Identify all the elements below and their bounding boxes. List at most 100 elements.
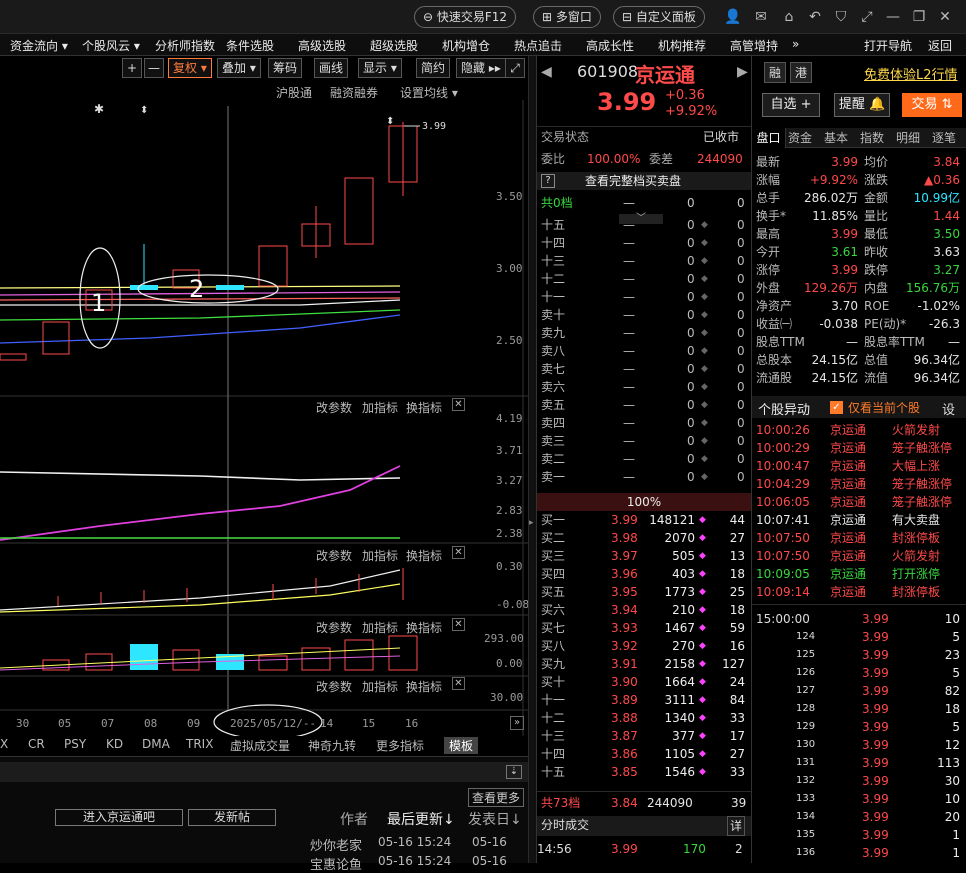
sell-level-row[interactable]: 十一 — 0 ◆ 0: [537, 288, 751, 306]
buy-level-row[interactable]: 买十 3.90 1664 ◆ 24: [537, 673, 751, 691]
sell-level-row[interactable]: 十三 — 0 ◆ 0: [537, 252, 751, 270]
minimize-icon[interactable]: —: [884, 8, 902, 26]
menu-more[interactable]: »: [792, 37, 799, 51]
alert-button[interactable]: 提醒 🔔: [834, 93, 890, 117]
buy-level-row[interactable]: 十三 3.87 377 ◆ 17: [537, 727, 751, 745]
add-watchlist-button[interactable]: 自选 +: [762, 93, 820, 117]
home-icon[interactable]: ⌂: [780, 8, 798, 26]
zoom-in-button[interactable]: +: [122, 58, 142, 78]
jianyue-button[interactable]: 简约: [416, 58, 451, 78]
switch-indicator-link[interactable]: 换指标: [406, 619, 442, 636]
tab-x[interactable]: X: [0, 737, 8, 751]
sell-level-row[interactable]: 卖六 — 0 ◆ 0: [537, 378, 751, 396]
buy-level-row[interactable]: 买六 3.94 210 ◆ 18: [537, 601, 751, 619]
menu-chaoji[interactable]: 超级选股: [370, 37, 418, 54]
set-ma-link[interactable]: 设置均线 ▾: [400, 84, 458, 101]
alert-row[interactable]: 10:00:26 京运通 火箭发射: [752, 421, 966, 439]
col-last-update[interactable]: 最后更新↓: [387, 809, 455, 829]
tab-zijin[interactable]: 资金: [788, 128, 812, 148]
new-post-button[interactable]: 发新帖: [188, 809, 276, 826]
tab-psy[interactable]: PSY: [64, 737, 86, 751]
tab-jiben[interactable]: 基本: [824, 128, 848, 148]
buy-level-row[interactable]: 买七 3.93 1467 ◆ 59: [537, 619, 751, 637]
yidong-settings[interactable]: 设: [942, 399, 955, 418]
sell-level-row[interactable]: 卖三 — 0 ◆ 0: [537, 432, 751, 450]
shirt-icon[interactable]: ⛉: [832, 8, 850, 26]
post-author[interactable]: 宝惠论鱼: [310, 854, 362, 873]
alert-row[interactable]: 10:09:05 京运通 打开涨停: [752, 565, 966, 583]
multi-window-button[interactable]: ⊞ 多窗口: [533, 6, 601, 28]
buy-level-row[interactable]: 买二 3.98 2070 ◆ 27: [537, 529, 751, 547]
menu-jigou-tuijian[interactable]: 机构推荐: [658, 37, 706, 54]
splitter[interactable]: ▸: [528, 56, 536, 863]
buy-level-row[interactable]: 买四 3.96 403 ◆ 18: [537, 565, 751, 583]
add-indicator-link[interactable]: 加指标: [362, 547, 398, 564]
gang-badge[interactable]: 港: [790, 62, 813, 83]
post-author[interactable]: 炒你老家: [310, 835, 362, 854]
alert-row[interactable]: 10:07:50 京运通 火箭发射: [752, 547, 966, 565]
tab-pankou[interactable]: 盘口: [752, 128, 786, 148]
sell-level-row[interactable]: 卖五 — 0 ◆ 0: [537, 396, 751, 414]
change-params-link[interactable]: 改参数: [316, 619, 352, 636]
full-book-link[interactable]: 查看完整档买卖盘: [585, 172, 681, 190]
col-post-date[interactable]: 发表日↓: [468, 809, 522, 829]
add-indicator-link[interactable]: 加指标: [362, 619, 398, 636]
zoom-out-button[interactable]: —: [144, 58, 164, 78]
yincang-button[interactable]: 隐藏 ▸▸: [456, 58, 506, 78]
tab-zhubi[interactable]: 逐笔: [932, 128, 956, 148]
close-panel-icon[interactable]: ✕: [452, 677, 465, 690]
buy-level-row[interactable]: 十二 3.88 1340 ◆ 33: [537, 709, 751, 727]
sell-level-row[interactable]: 卖十 — 0 ◆ 0: [537, 306, 751, 324]
l2-trial-link[interactable]: 免费体验L2行情: [864, 64, 958, 83]
alert-row[interactable]: 10:00:47 京运通 大幅上涨: [752, 457, 966, 475]
buy-level-row[interactable]: 十一 3.89 3111 ◆ 84: [537, 691, 751, 709]
alert-row[interactable]: 10:07:50 京运通 封涨停板: [752, 529, 966, 547]
help-icon[interactable]: ?: [541, 174, 555, 188]
view-more-button[interactable]: 查看更多: [468, 788, 525, 807]
buy-level-row[interactable]: 十四 3.86 1105 ◆ 27: [537, 745, 751, 763]
menu-zijin[interactable]: 资金流向 ▾: [10, 37, 68, 54]
scroll-right-icon[interactable]: »: [510, 716, 524, 730]
switch-indicator-link[interactable]: 换指标: [406, 399, 442, 416]
xianshi-button[interactable]: 显示 ▾: [358, 58, 402, 78]
close-panel-icon[interactable]: ✕: [452, 398, 465, 411]
change-params-link[interactable]: 改参数: [316, 399, 352, 416]
add-indicator-link[interactable]: 加指标: [362, 399, 398, 416]
sell-level-row[interactable]: 卖二 — 0 ◆ 0: [537, 450, 751, 468]
diejia-button[interactable]: 叠加 ▾: [217, 58, 261, 78]
alert-row[interactable]: 10:06:05 京运通 笼子触涨停: [752, 493, 966, 511]
menu-gegu[interactable]: 个股风云 ▾: [82, 37, 140, 54]
huaxian-button[interactable]: 画线: [314, 58, 349, 78]
quick-trade-button[interactable]: ⊖ 快速交易F12: [414, 6, 517, 28]
enter-forum-button[interactable]: 进入京运通吧: [55, 809, 183, 826]
rongzi-link[interactable]: 融资融券: [330, 84, 378, 101]
buy-level-row[interactable]: 买八 3.92 270 ◆ 16: [537, 637, 751, 655]
tab-kd[interactable]: KD: [106, 737, 123, 751]
close-icon[interactable]: ✕: [936, 8, 954, 26]
tab-virtual-volume[interactable]: 虚拟成交量: [230, 737, 290, 754]
menu-gaoguan[interactable]: 高管增持: [730, 37, 778, 54]
tab-mingxi[interactable]: 明细: [896, 128, 920, 148]
menu-gaoji[interactable]: 高级选股: [298, 37, 346, 54]
menu-gaochengzhang[interactable]: 高成长性: [586, 37, 634, 54]
menu-open-nav[interactable]: 打开导航: [864, 37, 912, 54]
rong-badge[interactable]: 融: [764, 62, 787, 83]
collapse-icon[interactable]: ⇣: [506, 765, 522, 779]
sell-level-row[interactable]: 十二 — 0 ◆ 0: [537, 270, 751, 288]
alert-row[interactable]: 10:04:29 京运通 笼子触涨停: [752, 475, 966, 493]
buy-level-row[interactable]: 买五 3.95 1773 ◆ 25: [537, 583, 751, 601]
menu-redian[interactable]: 热点追击: [514, 37, 562, 54]
tab-magic-nine[interactable]: 神奇九转: [308, 737, 356, 754]
chouma-button[interactable]: 筹码: [268, 58, 303, 78]
restore-icon[interactable]: ❐: [910, 8, 928, 26]
close-panel-icon[interactable]: ✕: [452, 618, 465, 631]
buy-level-row[interactable]: 买一 3.99 148121 ◆ 44: [537, 511, 751, 529]
change-params-link[interactable]: 改参数: [316, 678, 352, 695]
checkbox-icon[interactable]: ✓: [830, 401, 843, 414]
alert-row[interactable]: 10:09:14 京运通 封涨停板: [752, 583, 966, 601]
tab-cr[interactable]: CR: [28, 737, 45, 751]
sell-level-row[interactable]: 卖七 — 0 ◆ 0: [537, 360, 751, 378]
tab-zhishu[interactable]: 指数: [860, 128, 884, 148]
menu-tiaojian[interactable]: 条件选股: [226, 37, 274, 54]
alert-row[interactable]: 10:07:41 京运通 有大卖盘: [752, 511, 966, 529]
